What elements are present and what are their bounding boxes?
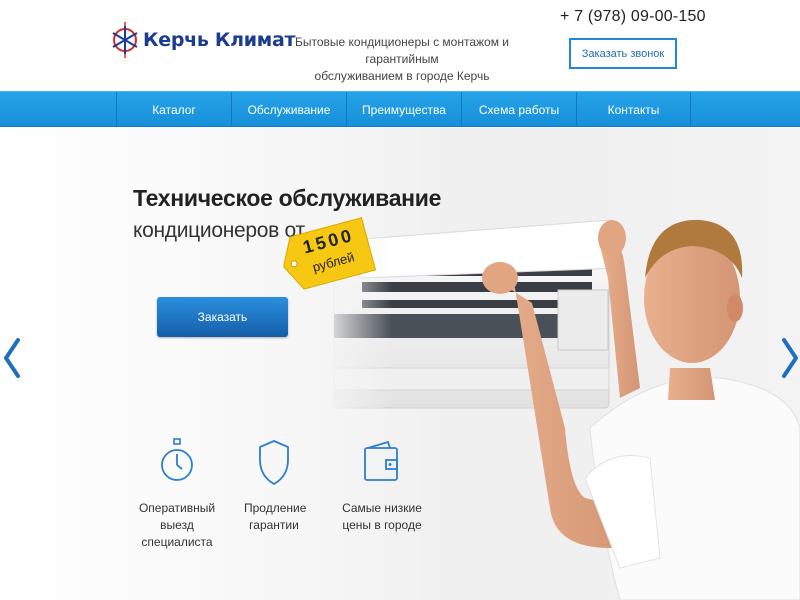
nav-item-contacts[interactable]: Контакты <box>576 92 691 127</box>
feature-warranty: Продление гарантии <box>244 438 307 534</box>
stopwatch-icon <box>161 438 193 481</box>
shield-icon <box>259 440 289 485</box>
main-nav: Каталог Обслуживание Преимущества Схема … <box>0 91 800 127</box>
site-header: Керчь Климат Бытовые кондиционеры с монт… <box>0 0 800 91</box>
feature-warranty-line-2: гарантии <box>249 518 299 532</box>
feature-low-prices-line-2: цены в городе <box>342 518 422 532</box>
feature-fast-visit: Оперативный выезд специалиста <box>122 438 232 551</box>
nav-items: Каталог Обслуживание Преимущества Схема … <box>116 92 691 127</box>
feature-fast-visit-line-2: специалиста <box>141 535 213 549</box>
callback-button[interactable]: Заказать звонок <box>569 38 677 69</box>
chevron-left-icon[interactable] <box>2 336 22 380</box>
nav-item-catalog[interactable]: Каталог <box>116 92 231 127</box>
feature-low-prices: Самые низкие цены в городе <box>342 438 422 534</box>
hero-title: Техническое обслуживание <box>133 185 442 211</box>
tagline-line-2: обслуживанием в городе Керчь <box>314 69 490 83</box>
hero-slider: Техническое обслуживание кондиционеров о… <box>0 128 800 600</box>
nav-item-workflow[interactable]: Схема работы <box>461 92 576 127</box>
phone-number[interactable]: + 7 (978) 09-00-150 <box>560 8 706 26</box>
tagline-line-1: Бытовые кондиционеры с монтажом и гарант… <box>294 35 510 66</box>
nav-item-advantages[interactable]: Преимущества <box>346 92 461 127</box>
chevron-right-icon[interactable] <box>780 336 800 380</box>
feature-fast-visit-line-1: Оперативный выезд <box>138 501 216 532</box>
tagline: Бытовые кондиционеры с монтажом и гарант… <box>262 34 542 85</box>
feature-low-prices-line-1: Самые низкие <box>342 501 422 515</box>
order-button[interactable]: Заказать <box>157 297 288 337</box>
snowflake-sun-icon <box>112 22 138 58</box>
wallet-icon <box>364 440 398 481</box>
nav-item-service[interactable]: Обслуживание <box>231 92 346 127</box>
feature-warranty-line-1: Продление <box>244 501 307 515</box>
